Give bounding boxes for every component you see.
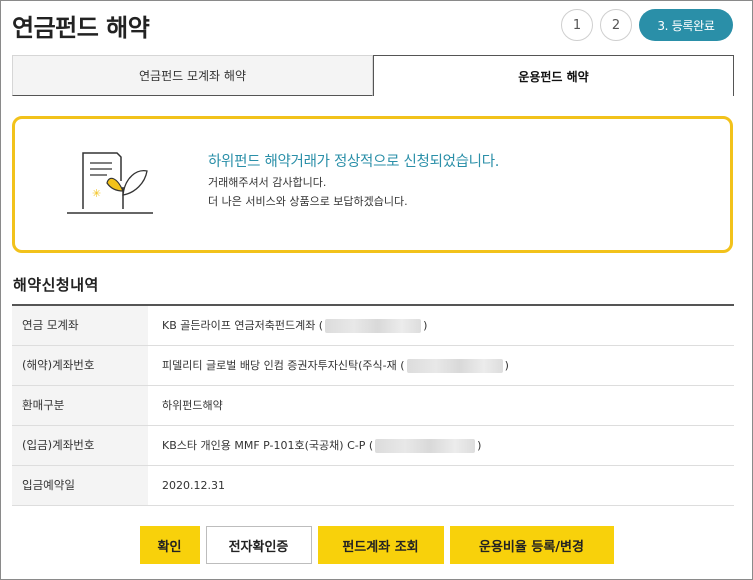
tab-bar: 연금펀드 모계좌 해약 운용펀드 해약 — [12, 55, 734, 96]
row-value-deposit-date: 2020.12.31 — [148, 465, 734, 505]
masked-account-number — [375, 439, 476, 453]
step-2: 2 — [600, 9, 632, 41]
row-value-mother-account: KB 골든라이프 연금저축펀드계좌 () — [148, 305, 734, 345]
value-text: KB스타 개인용 MMF P-101호(국공채) C-P ( — [162, 439, 374, 452]
document-plant-icon: ✳ — [67, 152, 153, 214]
step-1: 1 — [561, 9, 593, 41]
confirm-button[interactable]: 확인 — [139, 526, 200, 564]
row-label-deposit-date: 입금예약일 — [12, 465, 148, 505]
step-indicator: 1 2 3. 등록완료 — [561, 9, 733, 41]
section-title: 해약신청내역 — [13, 276, 99, 294]
row-label-mother-account: 연금 모계좌 — [12, 305, 148, 345]
action-buttons: 확인 전자확인증 펀드계좌 조회 운용비율 등록/변경 — [0, 526, 753, 564]
row-label-deposit-account: (입금)계좌번호 — [12, 425, 148, 465]
table-row: 연금 모계좌 KB 골든라이프 연금저축펀드계좌 () — [12, 305, 734, 345]
completion-notice: ✳ 하위펀드 해약거래가 정상적으로 신청되었습니다. 거래해주셔서 감사합니다… — [12, 116, 733, 253]
masked-account-number — [325, 319, 422, 334]
table-row: (입금)계좌번호 KB스타 개인용 MMF P-101호(국공채) C-P () — [12, 425, 734, 465]
value-suffix: ) — [477, 439, 482, 452]
table-row: (해약)계좌번호 피델리티 글로벌 배당 인컴 증권자투자신탁(주식-재 () — [12, 345, 734, 385]
value-text: 2020.12.31 — [162, 478, 225, 492]
ratio-register-button[interactable]: 운용비율 등록/변경 — [449, 526, 614, 564]
fund-account-lookup-button[interactable]: 펀드계좌 조회 — [317, 526, 444, 564]
notice-line-1: 거래해주셔서 감사합니다. — [208, 176, 327, 189]
step-3-current: 3. 등록완료 — [639, 9, 733, 41]
value-suffix: ) — [423, 319, 428, 333]
value-suffix: ) — [504, 359, 509, 372]
notice-headline: 하위펀드 해약거래가 정상적으로 신청되었습니다. — [208, 154, 500, 170]
value-text: 피델리티 글로벌 배당 인컴 증권자투자신탁(주식-재 ( — [162, 359, 405, 372]
table-row: 입금예약일 2020.12.31 — [12, 465, 734, 505]
value-text: KB 골든라이프 연금저축펀드계좌 ( — [162, 319, 324, 333]
row-value-redemption-type: 하위펀드해약 — [148, 385, 734, 425]
row-label-redemption-type: 환매구분 — [12, 385, 148, 425]
cancel-details-table: 연금 모계좌 KB 골든라이프 연금저축펀드계좌 () (해약)계좌번호 피델리… — [12, 304, 734, 506]
tab-mother-account-cancel[interactable]: 연금펀드 모계좌 해약 — [12, 55, 373, 96]
svg-text:✳: ✳ — [92, 187, 101, 200]
row-value-deposit-account: KB스타 개인용 MMF P-101호(국공채) C-P () — [148, 425, 734, 465]
masked-account-number — [406, 359, 503, 373]
table-row: 환매구분 하위펀드해약 — [12, 385, 734, 425]
page-title: 연금펀드 해약 — [12, 14, 150, 42]
row-label-cancel-account: (해약)계좌번호 — [12, 345, 148, 385]
value-text: 하위펀드해약 — [162, 399, 223, 412]
tab-operating-fund-cancel[interactable]: 운용펀드 해약 — [373, 55, 734, 96]
notice-line-2: 더 나은 서비스와 상품으로 보답하겠습니다. — [208, 195, 408, 208]
e-certificate-button[interactable]: 전자확인증 — [205, 526, 312, 564]
row-value-cancel-account: 피델리티 글로벌 배당 인컴 증권자투자신탁(주식-재 () — [148, 345, 734, 385]
